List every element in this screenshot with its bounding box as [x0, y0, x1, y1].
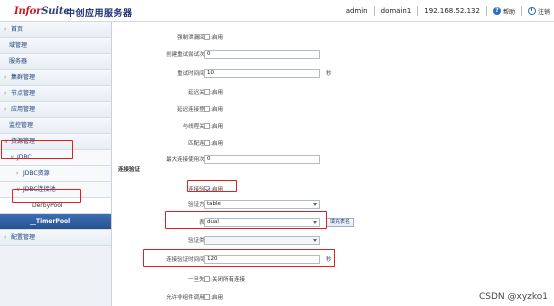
lazy-enlistment-checkbox[interactable] [204, 106, 210, 112]
form-row: 强制泄漏回收: 启用 [177, 34, 224, 41]
leak-reclaim-checkbox[interactable] [204, 34, 210, 40]
sidebar-item-config[interactable]: › 配置管理 [0, 230, 111, 246]
form-row: 最大连接使用次数: 0 [114, 153, 554, 165]
power-icon [527, 7, 536, 15]
close-all-on-fail-checkbox[interactable] [204, 276, 210, 282]
help-link[interactable]: ? 帮助 [492, 7, 515, 16]
divider [417, 6, 419, 16]
validation-method-select[interactable]: table [204, 199, 320, 209]
chevron-right-icon: › [4, 90, 7, 97]
chevron-down-icon [313, 202, 317, 206]
form-row: 表名: dual填充表名 [114, 216, 554, 228]
chevron-down-icon: ∨ [10, 154, 15, 161]
chevron-down-icon [313, 220, 317, 224]
logout-link[interactable]: 注销 [527, 7, 550, 16]
divider [485, 6, 487, 16]
chevron-right-icon: › [4, 26, 7, 33]
sidebar-nav: › 首页 域管理 服务器 › 集群管理 › 节点管理 › 应用管理 监控管理 ∨ 资源管理… [0, 22, 112, 306]
form-row: 连接验证: 启用 [188, 186, 224, 193]
divider [373, 6, 375, 16]
sidebar-item-jdbc-pools[interactable]: ∨ JDBC连接池 [0, 182, 111, 198]
form-row: 一旦失败: 关闭所有连接 [188, 276, 246, 283]
watermark: CSDN @xyzko1 [478, 292, 548, 302]
fill-table-name-button[interactable]: 填充表名 [326, 217, 355, 227]
sidebar-item-cluster[interactable]: › 集群管理 [0, 70, 111, 86]
sidebar-item-jdbc[interactable]: ∨ JDBC [0, 150, 111, 166]
logo-product-name: 中创应用服务器 [66, 9, 133, 19]
connection-validation-checkbox[interactable] [204, 186, 210, 192]
form-row: 匹配连接: 启用 [188, 140, 224, 147]
chevron-right-icon: › [4, 234, 7, 241]
app-header: InforSuite 中创应用服务器 admin domain1 192.168… [0, 0, 554, 22]
form-row: 验证类名: [114, 234, 554, 246]
form-row: 验证方法: table [114, 198, 554, 210]
retry-interval-input[interactable]: 10 [204, 68, 320, 78]
form-row: 延迟关联: 启用 [188, 89, 224, 96]
sidebar-item-server[interactable]: 服务器 [0, 54, 111, 70]
current-domain: domain1 [380, 7, 412, 15]
form-row: 重试时间间隔: 10 秒 [177, 68, 332, 78]
sidebar-item-domain[interactable]: 域管理 [0, 38, 111, 54]
lazy-association-checkbox[interactable] [204, 89, 210, 95]
form-row: 创建重试尝试次数: 0 [114, 48, 554, 60]
thread-association-checkbox[interactable] [204, 123, 210, 129]
pool-settings-form: 强制泄漏回收: 启用 创建重试尝试次数: 0 重试时间间隔: 10 秒 延迟关联:… [114, 22, 554, 306]
table-name-select[interactable]: dual [204, 217, 320, 227]
current-user: admin [345, 7, 368, 15]
form-row: 延迟连接登记: 启用 [177, 106, 224, 113]
sidebar-item-resources[interactable]: ∨ 资源管理 [0, 134, 111, 150]
server-ip: 192.168.52.132 [424, 7, 480, 15]
validation-classname-select[interactable] [204, 235, 320, 245]
form-row: 连接验证时间间隔: 120 秒 [166, 254, 332, 264]
form-row: 与线程关联: 启用 [182, 123, 224, 130]
sidebar-item-monitor[interactable]: 监控管理 [0, 118, 111, 134]
help-icon: ? [492, 7, 501, 15]
inforsuite-logo: InforSuite [14, 6, 70, 17]
validation-interval-input[interactable]: 120 [204, 254, 320, 264]
divider [520, 6, 522, 16]
chevron-down-icon [313, 238, 317, 242]
header-info: admin domain1 192.168.52.132 ? 帮助 注销 [346, 0, 554, 22]
allow-non-component-callers-checkbox[interactable] [204, 294, 210, 300]
creation-retry-attempts-input[interactable]: 0 [204, 49, 320, 59]
sidebar-item-jdbc-resources[interactable]: › JDBC资源 [0, 166, 111, 182]
sidebar-item-application[interactable]: › 应用管理 [0, 102, 111, 118]
sidebar-item-node[interactable]: › 节点管理 [0, 86, 111, 102]
max-connection-usage-input[interactable]: 0 [204, 154, 320, 164]
sidebar-item-home[interactable]: › 首页 [0, 22, 111, 38]
match-connections-checkbox[interactable] [204, 140, 210, 146]
sidebar-item-timerpool[interactable]: __TimerPool [0, 214, 111, 230]
chevron-down-icon: ∨ [16, 186, 21, 193]
chevron-right-icon: › [4, 106, 7, 113]
sidebar-item-derbypool[interactable]: DerbyPool [0, 198, 111, 214]
chevron-right-icon: › [4, 74, 7, 81]
section-title: 连接验证 [118, 167, 141, 173]
chevron-down-icon: ∨ [4, 138, 9, 145]
chevron-right-icon: › [16, 170, 19, 177]
